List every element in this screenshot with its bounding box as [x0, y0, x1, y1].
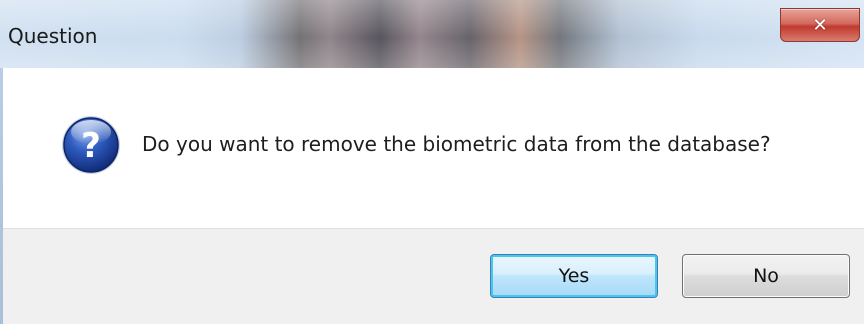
no-button[interactable]: No	[682, 254, 850, 298]
question-dialog: Question ✕ ? Do you want to remove the b…	[0, 0, 864, 324]
close-icon: ✕	[812, 14, 828, 36]
dialog-message: Do you want to remove the biometric data…	[142, 132, 771, 156]
dialog-title: Question	[8, 24, 98, 48]
close-button[interactable]: ✕	[780, 8, 860, 42]
svg-text:?: ?	[81, 126, 101, 166]
question-icon: ?	[60, 114, 122, 176]
title-bar[interactable]: Question ✕	[0, 0, 864, 68]
yes-button[interactable]: Yes	[490, 254, 658, 298]
